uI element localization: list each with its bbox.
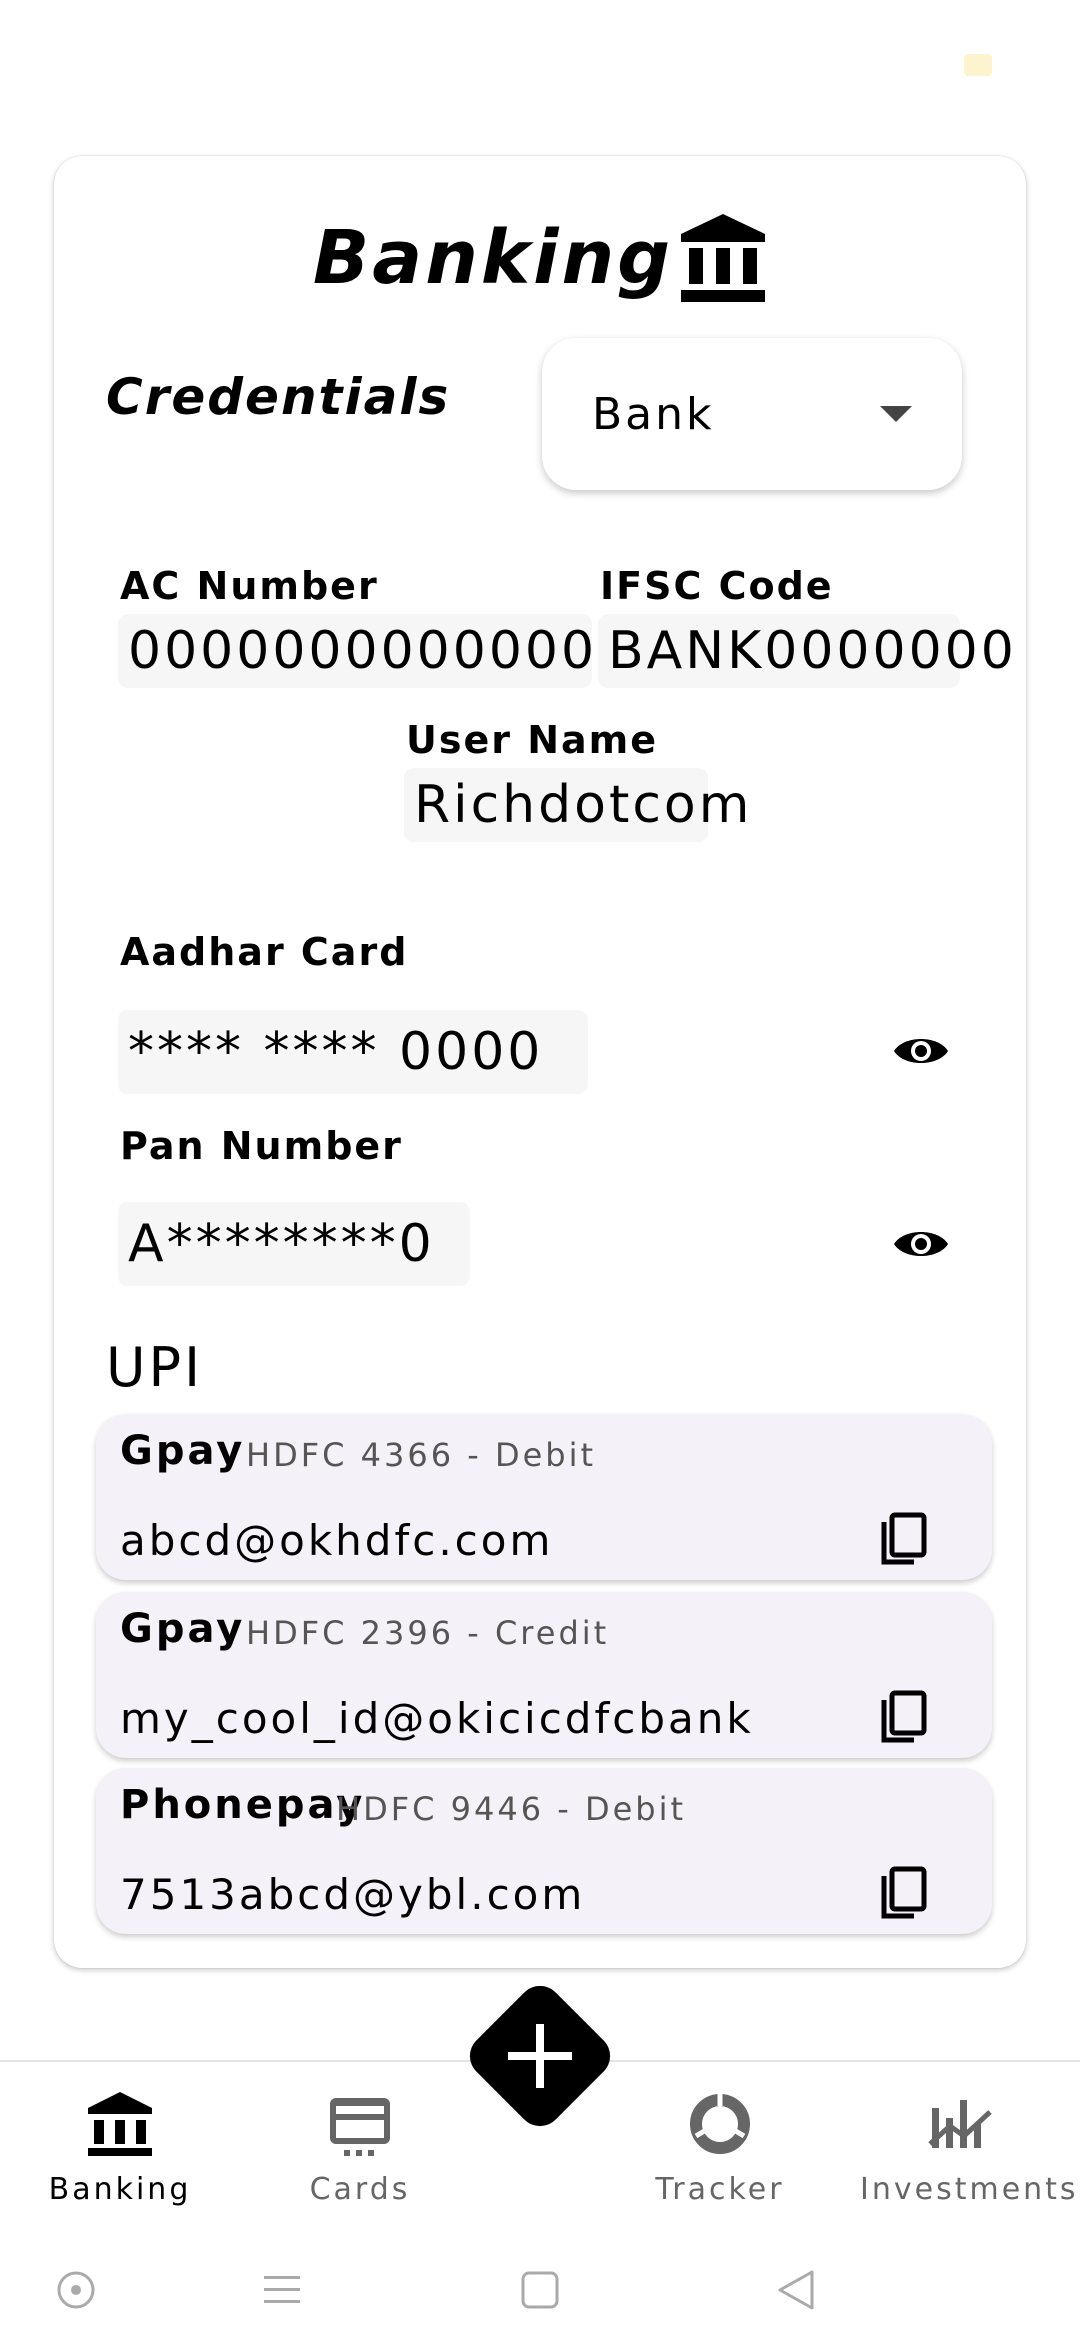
copy-icon[interactable] (880, 1690, 928, 1744)
nav-label: Tracker (655, 2172, 785, 2207)
bank-dropdown-value: Bank (592, 388, 715, 440)
upi-id: 7513abcd@ybl.com (120, 1870, 586, 1919)
system-navigation-bar (0, 2246, 1080, 2340)
menu-icon[interactable] (262, 2272, 302, 2308)
ifsc-value[interactable]: BANK0000000 (598, 614, 1014, 688)
upi-account: HDFC 2396 - Credit (246, 1614, 610, 1652)
nav-label: Cards (309, 2172, 411, 2207)
upi-app-name: Phonepay (120, 1782, 366, 1828)
title-row: Banking (54, 212, 1026, 304)
trend-chart-icon (928, 2100, 992, 2148)
bank-icon (681, 214, 766, 302)
plus-icon (484, 2000, 596, 2112)
card-icon (330, 2098, 390, 2156)
upi-list-item[interactable]: Phonepay HDFC 9446 - Debit 7513abcd@ybl.… (96, 1768, 992, 1934)
upi-account: HDFC 9446 - Debit (336, 1790, 687, 1828)
page-title: Banking (312, 215, 674, 301)
eye-icon[interactable] (892, 1224, 950, 1264)
aadhar-label: Aadhar Card (120, 930, 409, 974)
bank-dropdown[interactable]: Bank (542, 338, 962, 490)
upi-heading: UPI (106, 1336, 204, 1399)
donut-chart-icon (690, 2094, 750, 2154)
nav-label: Investments (860, 2172, 1079, 2207)
nav-label: Banking (48, 2172, 192, 2207)
user-name-value[interactable]: Richdotcom (404, 768, 749, 842)
upi-list-item[interactable]: Gpay HDFC 2396 - Credit my_cool_id@okici… (96, 1592, 992, 1758)
home-icon[interactable] (520, 2270, 560, 2310)
upi-app-name: Gpay (120, 1606, 246, 1652)
bank-icon (88, 2092, 152, 2156)
back-icon[interactable] (776, 2268, 816, 2312)
banking-card: Banking Credentials Bank AC Number 00000… (54, 156, 1026, 1968)
upi-id: abcd@okhdfc.com (120, 1516, 554, 1565)
upi-account: HDFC 4366 - Debit (246, 1436, 597, 1474)
aadhar-value[interactable]: **** **** 0000 (118, 1010, 588, 1094)
copy-icon[interactable] (880, 1512, 928, 1566)
eye-icon[interactable] (892, 1031, 950, 1071)
assistant-icon[interactable] (56, 2270, 96, 2310)
upi-app-name: Gpay (120, 1428, 246, 1474)
credentials-label: Credentials (106, 368, 451, 426)
pan-label: Pan Number (120, 1124, 403, 1168)
copy-icon[interactable] (880, 1866, 928, 1920)
ac-number-label: AC Number (120, 564, 379, 608)
ifsc-label: IFSC Code (600, 564, 834, 608)
status-notification-indicator (964, 54, 992, 76)
pan-value[interactable]: A********0 (118, 1202, 470, 1286)
ac-number-value[interactable]: 00000000000000 (118, 614, 630, 688)
upi-list-item[interactable]: Gpay HDFC 4366 - Debit abcd@okhdfc.com (96, 1414, 992, 1580)
upi-id: my_cool_id@okicicdfcbank (120, 1694, 754, 1743)
user-name-label: User Name (406, 718, 659, 762)
chevron-down-icon (880, 406, 912, 422)
